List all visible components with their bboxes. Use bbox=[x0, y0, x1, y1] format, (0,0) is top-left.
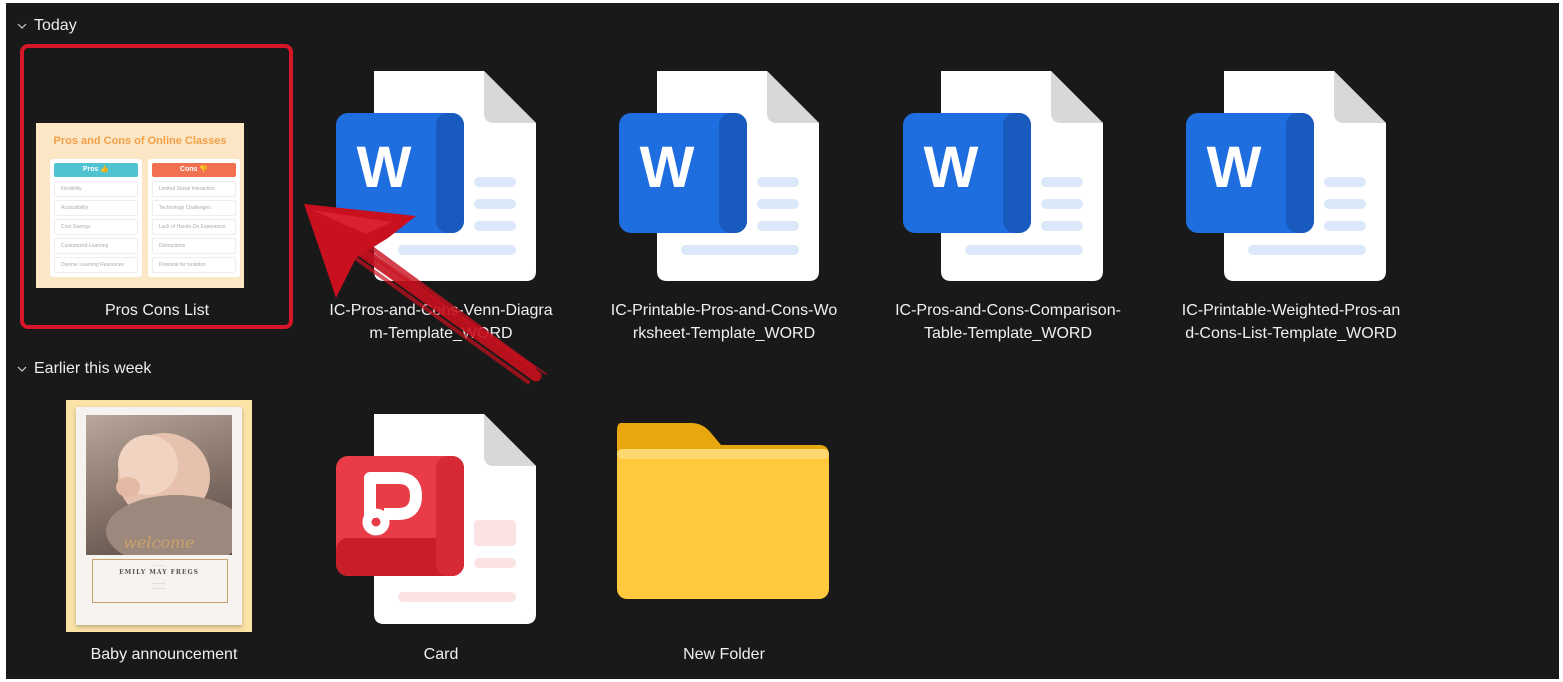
file-name: Card bbox=[423, 646, 459, 663]
file-item-comparison-table[interactable]: W IC-Pros-and-Cons-Comparison- Table-Temp… bbox=[873, 3, 1143, 342]
word-letter: W bbox=[1207, 135, 1262, 200]
annotation-arrow-icon bbox=[304, 204, 547, 384]
file-name-line: IC-Printable-Weighted-Pros-an bbox=[1181, 302, 1401, 319]
file-name: IC-Printable-Weighted-Pros-an d-Cons-List… bbox=[1156, 299, 1426, 345]
file-name-line: IC-Pros-and-Cons-Comparison- bbox=[895, 302, 1121, 319]
file-item-baby-announcement[interactable]: welcome ······· EMILY MAY FREGS ········… bbox=[6, 3, 306, 663]
file-item-new-folder[interactable]: New Folder bbox=[589, 3, 859, 679]
folder-icon bbox=[617, 423, 829, 599]
group-header-earlier-this-week[interactable]: Earlier this week bbox=[16, 360, 151, 378]
file-explorer-view: Today Pros and Cons of Online Classes Pr… bbox=[6, 3, 1559, 679]
file-name-line: d-Cons-List-Template_WORD bbox=[1185, 325, 1397, 342]
baby-photo: welcome bbox=[86, 415, 232, 555]
word-document-icon: W bbox=[903, 71, 1103, 281]
baby-welcome-text: welcome bbox=[123, 533, 195, 552]
chevron-down-icon bbox=[17, 366, 27, 372]
wps-document-icon bbox=[336, 414, 536, 624]
file-name: Baby announcement bbox=[90, 646, 238, 663]
file-name: New Folder bbox=[683, 646, 765, 663]
group-label-earlier: Earlier this week bbox=[34, 360, 152, 377]
word-letter: W bbox=[924, 135, 979, 200]
baby-announcement-thumbnail: welcome ······· EMILY MAY FREGS ········… bbox=[76, 407, 242, 625]
file-name-line: Table-Template_WORD bbox=[923, 325, 1093, 342]
baby-card-frame bbox=[92, 559, 228, 603]
file-name: IC-Pros-and-Cons-Comparison- Table-Templa… bbox=[873, 299, 1143, 345]
word-document-icon: W bbox=[1186, 71, 1386, 281]
file-item-weighted-list[interactable]: W IC-Printable-Weighted-Pros-an d-Cons-Li… bbox=[1156, 3, 1426, 342]
